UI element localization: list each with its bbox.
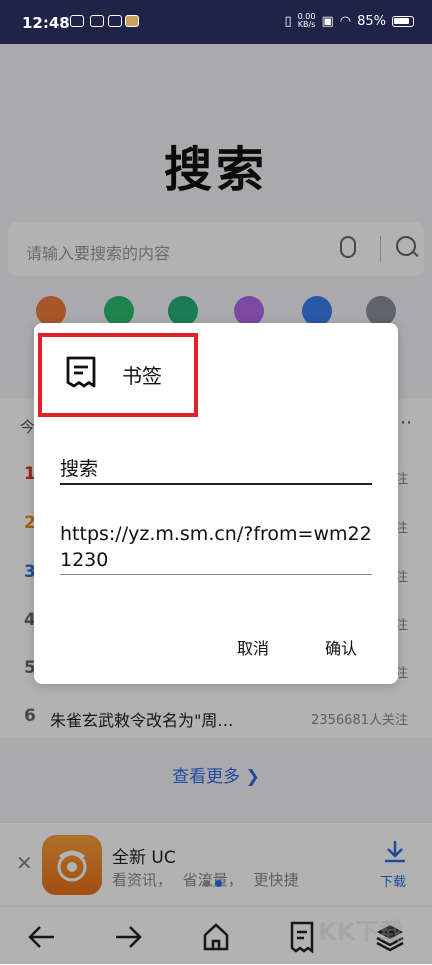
field-underline [60,483,372,485]
battery-icon [392,15,414,27]
status-bar: 12:48 ▯ 0.00 KB/s ▣ ◠ 85% [0,0,432,44]
cancel-button[interactable]: 取消 [237,635,269,659]
wifi-icon: ◠ [339,13,352,29]
net-speed: 0.00 KB/s [297,12,316,29]
confirm-button[interactable]: 确认 [325,635,357,659]
field-underline [60,574,372,575]
bookmark-name-field[interactable]: 搜索 [60,454,98,481]
notification-icon [125,15,139,27]
status-time: 12:48 [22,14,70,32]
notification-icon [90,15,104,27]
highlight-box [38,333,198,417]
watermark: KK下载 [318,918,404,946]
status-right: ▯ 0.00 KB/s ▣ ◠ 85% [284,13,414,29]
vibrate-icon: ▯ [284,13,292,29]
bookmark-url-field[interactable]: https://yz.m.sm.cn/?from=wm221230 [60,521,378,573]
sim-icon: ▣ [321,13,334,29]
battery-percent: 85% [357,13,386,29]
notification-icon [108,15,122,27]
notification-icon [70,15,84,27]
